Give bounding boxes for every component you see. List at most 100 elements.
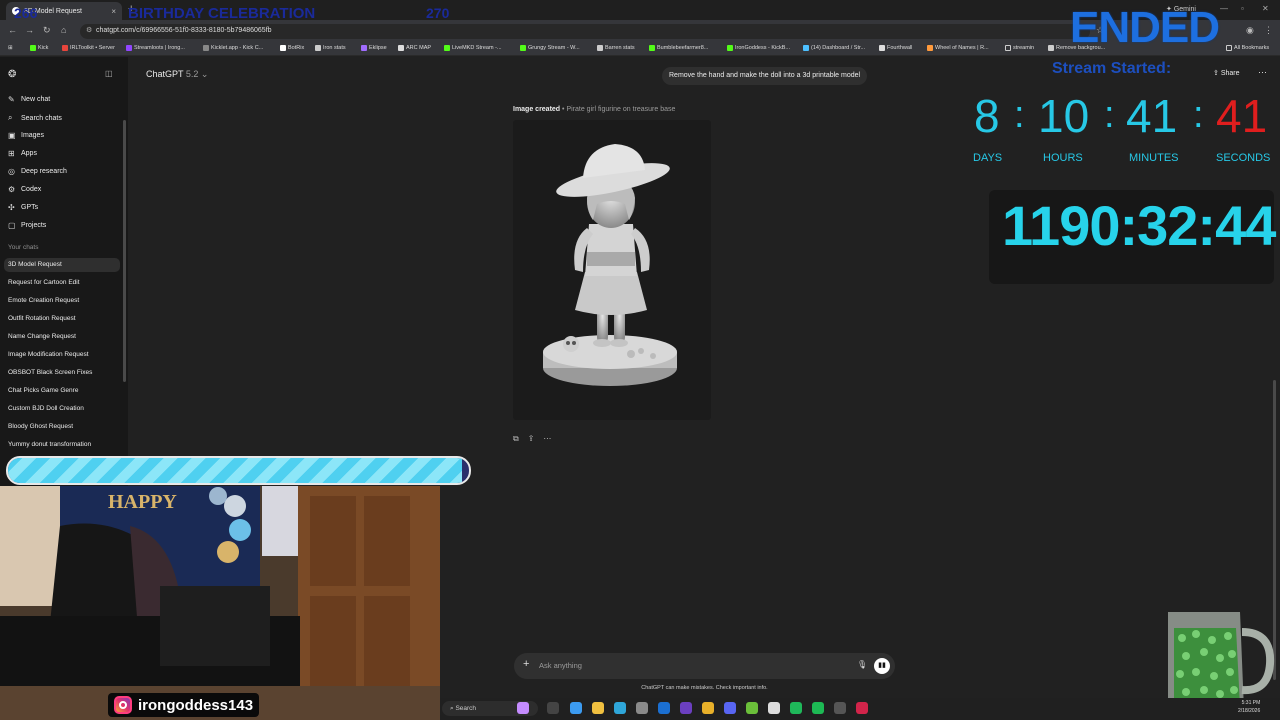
chat-history-item[interactable]: Custom BJD Doll Creation [8,405,84,412]
bookmark-folder[interactable]: streamin [1005,45,1034,51]
bookmark-item[interactable]: Streamloots | Irong... [126,45,185,51]
all-bookmarks-folder[interactable]: All Bookmarks [1226,45,1269,51]
folder-icon: ▢ [8,221,16,230]
chat-history-item[interactable]: Outfit Rotation Request [8,315,76,322]
bookmark-item[interactable]: Kick [30,45,48,51]
share-icon[interactable]: ⇪ [528,434,535,444]
site-info-icon[interactable]: ⚙ [86,26,92,34]
bookmark-item[interactable]: LiveMKD Stream -... [444,45,502,51]
sidebar-item-search-chats[interactable]: ⌕ Search chats [8,113,62,123]
share-button[interactable]: ⇪ Share [1213,69,1240,77]
bookmark-item[interactable]: Grungy Stream - W... [520,45,580,51]
task-view-icon[interactable] [547,702,559,714]
home-icon[interactable]: ⌂ [61,25,66,35]
more-options-icon[interactable]: ⋯ [1258,67,1267,78]
countdown-label-days: DAYS [973,152,1003,164]
edge-icon[interactable] [614,702,626,714]
bookmark-item[interactable]: ARC MAP [398,45,431,51]
instagram-tag: irongoddess143 [108,693,260,717]
forward-icon[interactable]: → [25,25,34,35]
bookmark-item[interactable]: IronGoddess - KickB... [727,45,790,51]
settings-icon[interactable] [834,702,846,714]
sidebar-item-gpts[interactable]: ✣ GPTs [8,203,38,212]
chat-history-item[interactable]: Bloody Ghost Request [8,423,73,430]
user-message-bubble: Remove the hand and make the doll into a… [662,67,868,85]
close-tab-icon[interactable]: × [111,7,116,16]
dashboard-icon [803,45,809,51]
chat-history-item[interactable]: 3D Model Request [4,258,120,272]
voice-mode-button[interactable]: ▮▮ [874,658,890,674]
image-icon: ▣ [8,131,16,140]
sidebar-item-images[interactable]: ▣ Images [8,131,44,140]
file-explorer-icon[interactable] [592,702,604,714]
chat-composer[interactable]: + Ask anything 🎙 ▮▮ [514,653,895,679]
sidebar-scrollbar[interactable] [123,120,126,382]
sidebar-item-apps[interactable]: ⊞ Apps [8,149,37,158]
obs-icon[interactable] [680,702,692,714]
sidebar-item-deep-research[interactable]: ◎ Deep research [8,167,67,176]
photos-icon[interactable] [570,702,582,714]
bookmark-item[interactable]: Fourthwall [879,45,912,51]
countdown-separator: : [1014,94,1025,136]
bookmark-item[interactable]: Barren stats [597,45,635,51]
chatgpt-logo-icon[interactable]: ❂ [8,69,16,80]
close-window-icon[interactable]: ✕ [1262,4,1269,13]
search-icon: ⌕ [8,113,13,122]
chat-history-item[interactable]: OBSBOT Black Screen Fixes [8,369,92,376]
widget-icon[interactable] [517,702,529,714]
apps-grid-icon[interactable]: ⊞ [8,45,13,51]
kick-icon [649,45,655,51]
bookmark-item[interactable]: Eklipse [361,45,387,51]
xbox-icon[interactable] [746,702,758,714]
maximize-icon[interactable]: ▫ [1241,4,1244,13]
streamloots-icon [126,45,132,51]
sidebar-item-new-chat[interactable]: ✎ New chat [8,95,50,104]
bookmark-item[interactable]: (14) Dashboard / Str... [803,45,865,51]
collapse-sidebar-icon[interactable]: ◫ [105,69,113,78]
chat-history-item[interactable]: Request for Cartoon Edit [8,279,80,286]
microphone-icon[interactable]: 🎙 [857,660,867,669]
address-bar[interactable]: ⚙ chatgpt.com/c/69966556-51f0-8333-8180-… [80,24,1090,39]
discord-icon[interactable] [724,702,736,714]
bookmark-item[interactable]: Bumblebeefarmer8... [649,45,708,51]
menu-icon[interactable]: ⋮ [1264,25,1273,36]
bookmark-item[interactable]: Wheel of Names | R... [927,45,989,51]
pin-icon[interactable] [856,702,868,714]
chat-history-item[interactable]: Image Modification Request [8,351,89,358]
chat-history-item[interactable]: Chat Picks Game Genre [8,387,78,394]
profile-icon[interactable]: ◉ [1246,25,1254,36]
more-options-icon[interactable]: ⋯ [543,434,551,444]
uptime-timer: 1190:32:44 [1002,194,1276,257]
generated-image-pirate-figurine[interactable] [513,120,711,420]
webcam-room-illustration: HAPPY [0,486,440,720]
back-icon[interactable]: ← [8,25,17,35]
chat-history-item[interactable]: Emote Creation Request [8,297,79,304]
instagram-handle: irongoddess143 [138,696,254,714]
countdown-separator: : [1104,94,1115,136]
bookmark-item[interactable]: IRLToolkit • Server [62,45,115,51]
app-icon[interactable] [790,702,802,714]
search-icon: ⌕ [450,705,454,712]
chat-history-item[interactable]: Name Change Request [8,333,76,340]
outlook-icon[interactable] [658,702,670,714]
copy-icon[interactable]: ⧉ [513,434,519,444]
minimize-icon[interactable]: — [1220,4,1228,13]
bookmark-item[interactable]: Kicklet.app - Kick C... [203,45,263,51]
spotify-icon[interactable] [812,702,824,714]
chat-history-item[interactable]: Yummy donut transformation [8,441,91,448]
bookmark-item[interactable]: BotRix [280,45,304,51]
sidebar-item-codex[interactable]: ⚙ Codex [8,185,41,194]
taskbar-clock[interactable]: 5:31 PM 2/18/2026 [1238,699,1260,715]
bookmark-item[interactable]: Iron stats [315,45,346,51]
chrome-icon[interactable] [702,702,714,714]
sidebar-item-projects[interactable]: ▢ Projects [8,221,46,230]
reload-icon[interactable]: ↻ [43,25,51,36]
goal-progress-fill [8,458,463,483]
countdown-label-seconds: SECONDS [1216,152,1271,164]
model-selector[interactable]: ChatGPT 5.2 ⌄ [146,69,208,80]
store-icon[interactable] [636,702,648,714]
your-chats-heading: Your chats [8,244,39,251]
composer-input[interactable]: Ask anything [539,661,582,670]
add-attachment-icon[interactable]: + [523,658,529,670]
steam-icon[interactable] [768,702,780,714]
